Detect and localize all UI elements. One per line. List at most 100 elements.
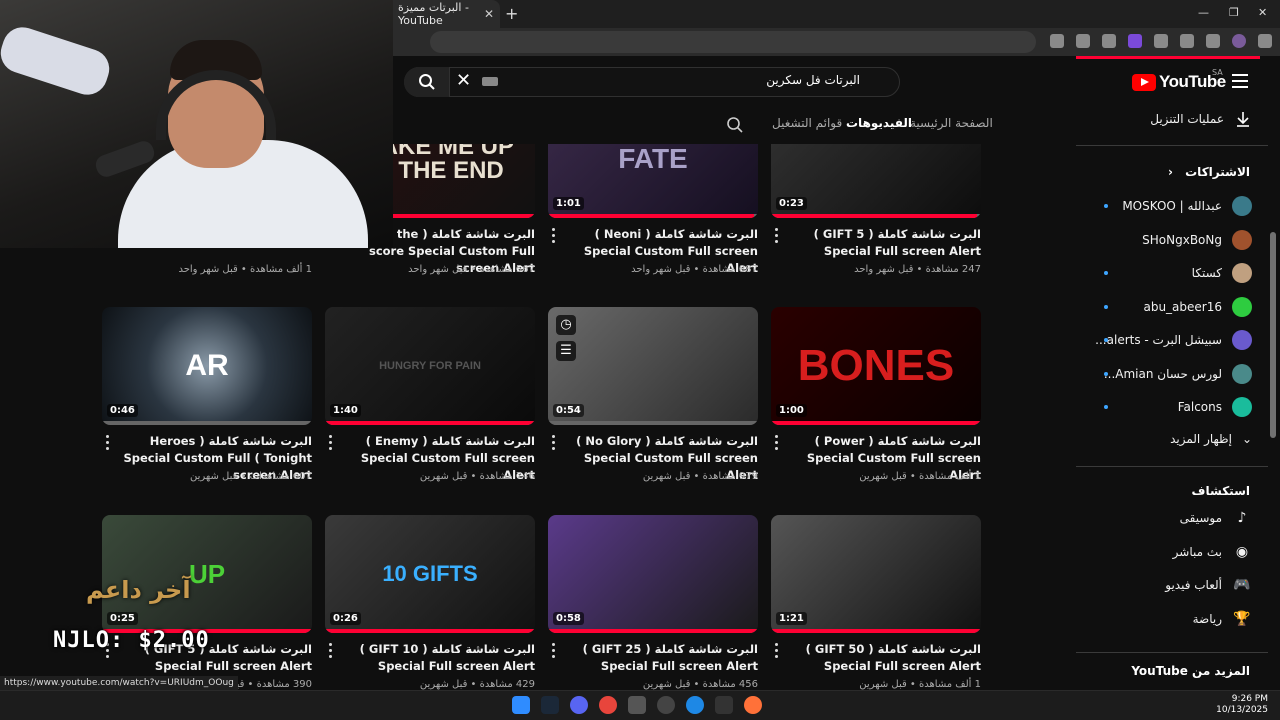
channel-avatar [1232, 296, 1252, 317]
profile-avatar[interactable] [1232, 34, 1246, 48]
bookmark-star-icon[interactable] [1102, 34, 1116, 48]
reading-list-icon[interactable] [1206, 34, 1220, 48]
subscription-item[interactable]: abu_abeer16 [1143, 296, 1252, 317]
channel-avatar [1232, 397, 1252, 417]
video-thumbnail[interactable]: 1:21 [771, 515, 981, 633]
divider [1076, 145, 1268, 146]
watch-progress-bar [548, 214, 754, 218]
zoom-icon[interactable] [1076, 34, 1090, 48]
video-title[interactable]: البرت شاشة كاملة ( GIFT 50 ) Special Ful… [791, 641, 981, 675]
explore-item[interactable]: ◉ بث مباشر [1173, 544, 1252, 560]
watch-progress-track [548, 421, 758, 425]
more-options-icon[interactable] [775, 228, 779, 246]
subscriptions-heading[interactable]: الاشتراكات ‹ [1168, 165, 1250, 179]
more-options-icon[interactable] [552, 228, 556, 246]
chrome-icon[interactable] [599, 696, 617, 714]
show-more-button[interactable]: ⌄ إظهار المزيد [1170, 432, 1252, 446]
capcut-icon[interactable] [715, 696, 733, 714]
more-options-icon[interactable] [329, 643, 333, 661]
video-metadata: 887 مشاهدة • قبل شهر واحد [631, 264, 758, 275]
video-title[interactable]: البرت شاشة كاملة ( GIFT 25 ) Special Ful… [568, 641, 758, 675]
watch-progress-bar [548, 629, 758, 633]
video-thumbnail[interactable]: BONES 1:00 [771, 307, 981, 425]
video-thumbnail[interactable]: ◷ ☰ 0:54 [548, 307, 758, 425]
video-card[interactable]: AR 0:46 البرت شاشة كاملة ( Heroes Tonight … [102, 307, 312, 482]
restore-button[interactable]: ❐ [1229, 6, 1239, 19]
video-card[interactable]: HUNGRY FOR PAIN 1:40 البرت شاشة كاملة ( En… [325, 307, 535, 482]
video-thumbnail[interactable]: 10 GIFTS 0:26 [325, 515, 535, 633]
firefox-icon[interactable] [744, 696, 762, 714]
obs-icon[interactable] [657, 696, 675, 714]
minimize-button[interactable]: — [1198, 6, 1209, 19]
system-clock[interactable]: 9:26 PM 10/13/2025 [1216, 694, 1268, 716]
subscription-item[interactable]: Falcons [1178, 397, 1252, 417]
sidebar-scrollbar[interactable] [1270, 232, 1276, 438]
windows-start-icon[interactable] [512, 696, 530, 714]
explore-label: بث مباشر [1172, 544, 1222, 559]
clear-search-icon[interactable]: ✕ [456, 70, 471, 91]
video-metadata: 1 ألف مشاهدة • قبل شهرين [859, 679, 981, 690]
tab-videos[interactable]: الفيديوهات [846, 116, 912, 130]
search-input[interactable]: البرتات فل سكرين [766, 73, 860, 87]
video-card[interactable]: UP 0:25 البرت شاشة كاملة ( GIFT 5 ) Specia… [102, 515, 312, 690]
video-title[interactable]: البرت شاشة كاملة ( GIFT 10 ) Special Ful… [345, 641, 535, 675]
search-button[interactable] [404, 67, 450, 97]
subscription-item[interactable]: عبدالله | MOSKOO [1122, 196, 1252, 216]
show-more-label: إظهار المزيد [1170, 432, 1232, 446]
more-options-icon[interactable] [552, 643, 556, 661]
add-to-queue-icon[interactable]: ☰ [556, 341, 576, 361]
video-thumbnail[interactable]: AR 0:46 [102, 307, 312, 425]
video-card[interactable]: 1:21 البرت شاشة كاملة ( GIFT 50 ) Special… [771, 515, 981, 690]
video-thumbnail[interactable]: UP 0:25 [102, 515, 312, 633]
more-options-icon[interactable] [552, 435, 556, 453]
watch-later-icon[interactable]: ◷ [556, 315, 576, 335]
explore-item[interactable]: ♪ موسيقى [1180, 510, 1252, 526]
video-card[interactable]: BONES 1:00 البرت شاشة كاملة ( Power ) Spec… [771, 307, 981, 482]
sidebar-item-downloads[interactable]: عمليات التنزيل [1150, 110, 1252, 128]
video-card[interactable]: 0:58 البرت شاشة كاملة ( GIFT 25 ) Special… [548, 515, 758, 690]
browser-menu-icon[interactable] [1258, 34, 1272, 48]
video-card[interactable]: ◷ ☰ 0:54 البرت شاشة كاملة ( No Glory ) Spec… [548, 307, 758, 482]
explore-item[interactable]: 🎮 ألعاب فيديو [1165, 577, 1252, 593]
video-thumbnail[interactable]: HUNGRY FOR PAIN 1:40 [325, 307, 535, 425]
more-options-icon[interactable] [775, 643, 779, 661]
app-icon[interactable] [628, 696, 646, 714]
more-options-icon[interactable] [775, 435, 779, 453]
new-content-dot [1104, 338, 1108, 342]
steam-icon[interactable] [541, 696, 559, 714]
new-content-dot [1104, 204, 1108, 208]
subscription-item[interactable]: كستكا [1192, 263, 1252, 283]
app-blue-icon[interactable] [686, 696, 704, 714]
more-options-icon[interactable] [106, 435, 110, 453]
tab-home[interactable]: الصفحة الرئيسية [910, 116, 993, 130]
keyboard-icon[interactable] [482, 77, 498, 86]
subscription-name: Falcons [1177, 400, 1222, 414]
channel-avatar [1232, 196, 1252, 216]
country-code: SA [1212, 68, 1223, 77]
tab-playlists[interactable]: قوائم التشغيل [772, 116, 842, 130]
channel-avatar [1232, 263, 1252, 283]
explore-label: موسيقى [1179, 511, 1222, 525]
subscription-name: كستكا [1191, 266, 1222, 280]
divider [1076, 466, 1268, 467]
video-metadata: 746 مشاهدة • قبل شهرين [419, 471, 535, 482]
extension-icon[interactable] [1154, 34, 1168, 48]
discord-icon[interactable] [570, 696, 588, 714]
extension-f-icon[interactable] [1128, 34, 1142, 48]
explore-item[interactable]: 🏆 رياضة [1193, 611, 1252, 627]
video-title[interactable]: البرت شاشة كاملة ( GIFT 5 ) Special Full… [791, 226, 981, 260]
channel-search-icon[interactable] [726, 116, 744, 138]
video-metadata: 456 مشاهدة • قبل شهرين [642, 679, 758, 690]
close-window-button[interactable]: ✕ [1258, 6, 1267, 19]
subscription-item[interactable]: SHoNgxBoNg [1142, 229, 1252, 250]
watch-progress-bar [325, 421, 535, 425]
menu-icon[interactable] [1232, 74, 1248, 88]
video-card[interactable]: 10 GIFTS 0:26 البرت شاشة كاملة ( GIFT 10 )… [325, 515, 535, 690]
subscription-item[interactable]: لورس حسان Amian... [1104, 363, 1252, 384]
last-supporter-label: آخر داعم [86, 576, 191, 604]
cast-icon[interactable] [1050, 34, 1064, 48]
video-thumbnail[interactable]: 0:58 [548, 515, 758, 633]
more-options-icon[interactable] [329, 435, 333, 453]
subscription-item[interactable]: سبيشل البرت - alerts... [1095, 330, 1252, 350]
extensions-puzzle-icon[interactable] [1180, 34, 1194, 48]
